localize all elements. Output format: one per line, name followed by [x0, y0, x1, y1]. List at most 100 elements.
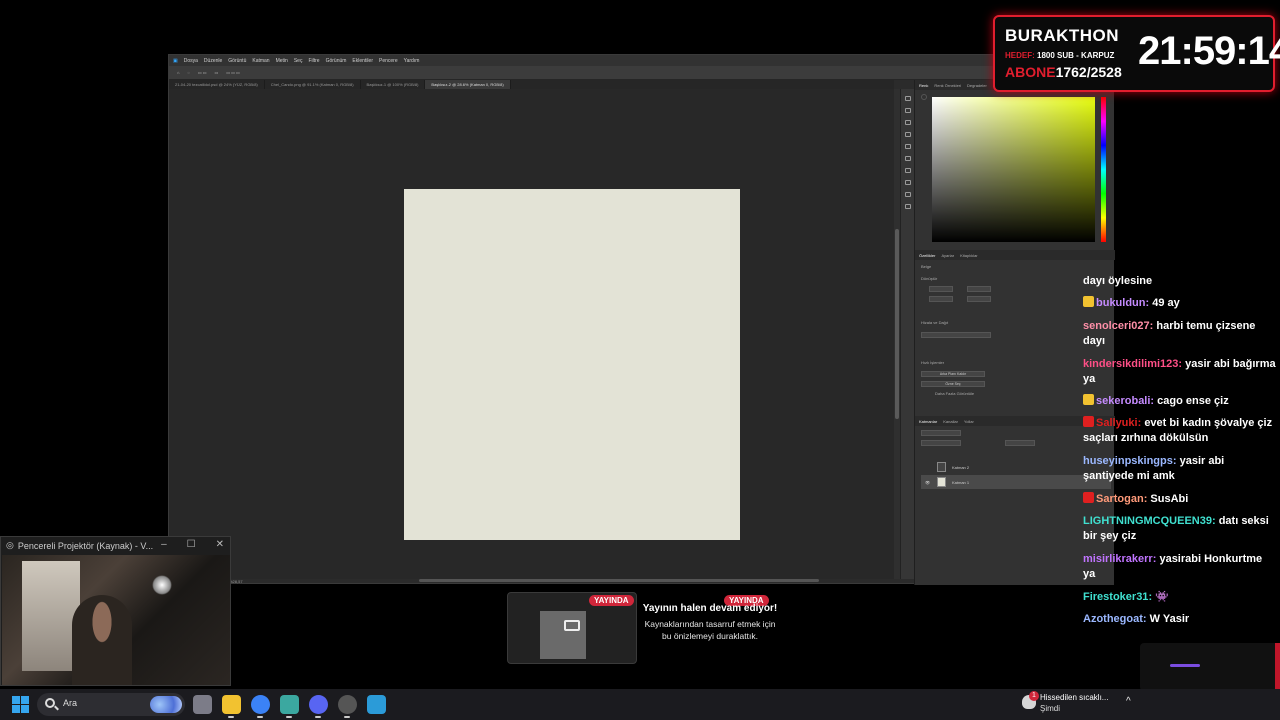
tool-icon[interactable]: [904, 96, 911, 101]
panel-tab[interactable]: Degradeler: [967, 83, 987, 88]
obs-icon[interactable]: [338, 695, 357, 714]
weather-title[interactable]: Hissedilen sıcaklı...: [1040, 693, 1108, 702]
ps-logo-icon: ▣: [173, 57, 178, 64]
tool-strip: [900, 89, 914, 579]
document-tab[interactable]: Başlıksız-2 @ 28.6% (Katman 0, RGB/8): [425, 80, 511, 89]
tool-icon[interactable]: [904, 120, 911, 125]
minimize-button[interactable]: –: [161, 539, 167, 550]
option-slot[interactable]: ▭ ▭: [198, 70, 207, 75]
view-more-link[interactable]: Daha Fazla Görüntüle: [935, 391, 974, 396]
tray-chevron-icon[interactable]: ^: [1126, 696, 1131, 707]
menu-item[interactable]: Filtre: [308, 58, 319, 64]
chat-username[interactable]: bukuldun: [1096, 297, 1146, 309]
webcam-view: [2, 555, 230, 685]
chat-username[interactable]: Sallyuki: [1096, 417, 1138, 429]
panel-tab[interactable]: Renk Örnekleri: [934, 83, 961, 88]
panel-tab[interactable]: Kanallar: [943, 419, 958, 424]
layer-name: Katman 1: [952, 479, 970, 485]
menu-item[interactable]: Düzenle: [204, 58, 222, 64]
panel-tab[interactable]: Renk: [919, 83, 928, 88]
tool-icon[interactable]: [904, 108, 911, 113]
file-explorer-icon[interactable]: [222, 695, 241, 714]
menu-item[interactable]: Yardım: [404, 58, 420, 64]
document-tab[interactable]: Başlıksız-1 @ 100% (RGB/8): [361, 80, 426, 89]
zoom-status: %28,57: [229, 579, 243, 584]
menu-item[interactable]: Katman: [252, 58, 269, 64]
lasso-icon[interactable]: ◌: [187, 70, 189, 75]
task-view-icon[interactable]: [193, 695, 212, 714]
chrome-icon[interactable]: [251, 695, 270, 714]
close-button[interactable]: ✕: [216, 539, 224, 550]
document-canvas[interactable]: [404, 189, 740, 540]
chat-text: SusAbi: [1150, 493, 1189, 505]
chat-message: sekerobali: cago ense çiz: [1083, 394, 1276, 409]
menu-item[interactable]: Dosya: [184, 58, 198, 64]
chat-username[interactable]: Sartogan: [1096, 493, 1144, 505]
option-slot[interactable]: ▭ ▭ ▭: [226, 70, 240, 75]
chat-username[interactable]: huseyinpskingps: [1083, 455, 1173, 467]
panel-tab[interactable]: Özellikler: [919, 253, 935, 258]
panel-tab[interactable]: Yollar: [964, 419, 974, 424]
chat-username[interactable]: sekerobali: [1096, 395, 1150, 407]
tool-icon[interactable]: [904, 180, 911, 185]
tool-icon[interactable]: [904, 132, 911, 137]
scrollbar-thumb[interactable]: [895, 229, 899, 419]
option-slot[interactable]: ▭: [214, 70, 218, 75]
menu-item[interactable]: Metin: [276, 58, 288, 64]
chat-username[interactable]: LIGHTNINGMCQUEEN39: [1083, 515, 1212, 527]
align-buttons[interactable]: [921, 332, 991, 338]
panel-tab[interactable]: Kitaplıklar: [960, 253, 978, 258]
chat-username[interactable]: misirlikrakerr: [1083, 553, 1153, 565]
home-icon[interactable]: ⌂: [177, 70, 179, 75]
tool-icon[interactable]: [904, 144, 911, 149]
maximize-button[interactable]: ☐: [187, 539, 196, 550]
chat-text: cago ense çiz: [1157, 395, 1229, 407]
x-field[interactable]: [967, 286, 991, 292]
select-subject-button[interactable]: Özne Seç: [921, 381, 985, 387]
projector-titlebar: ◎ Pencereli Projektör (Kaynak) - V...: [6, 540, 153, 551]
paint-icon[interactable]: [367, 695, 386, 714]
height-field[interactable]: [929, 296, 953, 302]
layer-filter[interactable]: [921, 430, 961, 436]
tool-icon[interactable]: [904, 156, 911, 161]
weather-subtitle: Şimdi: [1040, 704, 1061, 713]
opacity-field[interactable]: [1005, 440, 1035, 446]
menu-item[interactable]: Görüntü: [228, 58, 246, 64]
swatch-icon[interactable]: [921, 94, 927, 100]
document-tab[interactable]: Chel_Cando.png @ 91.1% (Katman 0, RGB/8): [265, 80, 361, 89]
stream-overlay: BURAKTHON HEDEF: 1800 SUB - KARPUZ ABONE…: [993, 15, 1280, 92]
windows-start-icon[interactable]: [12, 696, 29, 713]
eye-icon[interactable]: 👁: [925, 480, 931, 485]
remove-background-button[interactable]: Arka Planı Kaldır: [921, 371, 985, 377]
tool-icon[interactable]: [904, 168, 911, 173]
panel-tab[interactable]: Ayarlar: [941, 253, 954, 258]
chat-message: Firestoker31: 👾: [1083, 591, 1169, 603]
menu-bar: ▣ Dosya Düzenle Görüntü Katman Metin Seç Filtre…: [169, 55, 1112, 66]
chat-message: Azothegoat: W Yasir: [1083, 613, 1190, 625]
section-quick-actions: Hızlı İşlemler: [921, 360, 945, 365]
blend-mode-select[interactable]: [921, 440, 961, 446]
chat-message: huseyinpskingps: yasir abi şantiyede mi …: [1083, 455, 1225, 482]
menu-item[interactable]: Pencere: [379, 58, 398, 64]
hue-slider[interactable]: [1101, 97, 1106, 242]
y-field[interactable]: [967, 296, 991, 302]
menu-item[interactable]: Görünüm: [326, 58, 347, 64]
canvas-workspace[interactable]: [169, 89, 894, 579]
width-field[interactable]: [929, 286, 953, 292]
tool-icon[interactable]: [904, 192, 911, 197]
chat-username[interactable]: Azothegoat: [1083, 613, 1143, 625]
color-field[interactable]: [932, 97, 1095, 242]
chat-username[interactable]: kindersikdilimi123: [1083, 358, 1178, 370]
document-tab[interactable]: 21-04-20 tezcatlidol.psd @ 24% (YÜZ, RGB…: [169, 80, 265, 89]
panel-tab[interactable]: Katmanlar: [919, 419, 937, 424]
menu-item[interactable]: Seç: [294, 58, 303, 64]
gear-icon[interactable]: [280, 695, 299, 714]
section-align: Hizala ve Dağıt: [921, 320, 949, 325]
menu-item[interactable]: Eklentiler: [352, 58, 373, 64]
chat-username[interactable]: Firestoker31: [1083, 591, 1148, 603]
chat-username[interactable]: senolceri027: [1083, 320, 1150, 332]
tool-icon[interactable]: [904, 204, 911, 209]
discord-icon[interactable]: [309, 695, 328, 714]
horizontal-scrollbar[interactable]: [419, 579, 819, 582]
taskbar-search[interactable]: Ara: [37, 693, 185, 716]
